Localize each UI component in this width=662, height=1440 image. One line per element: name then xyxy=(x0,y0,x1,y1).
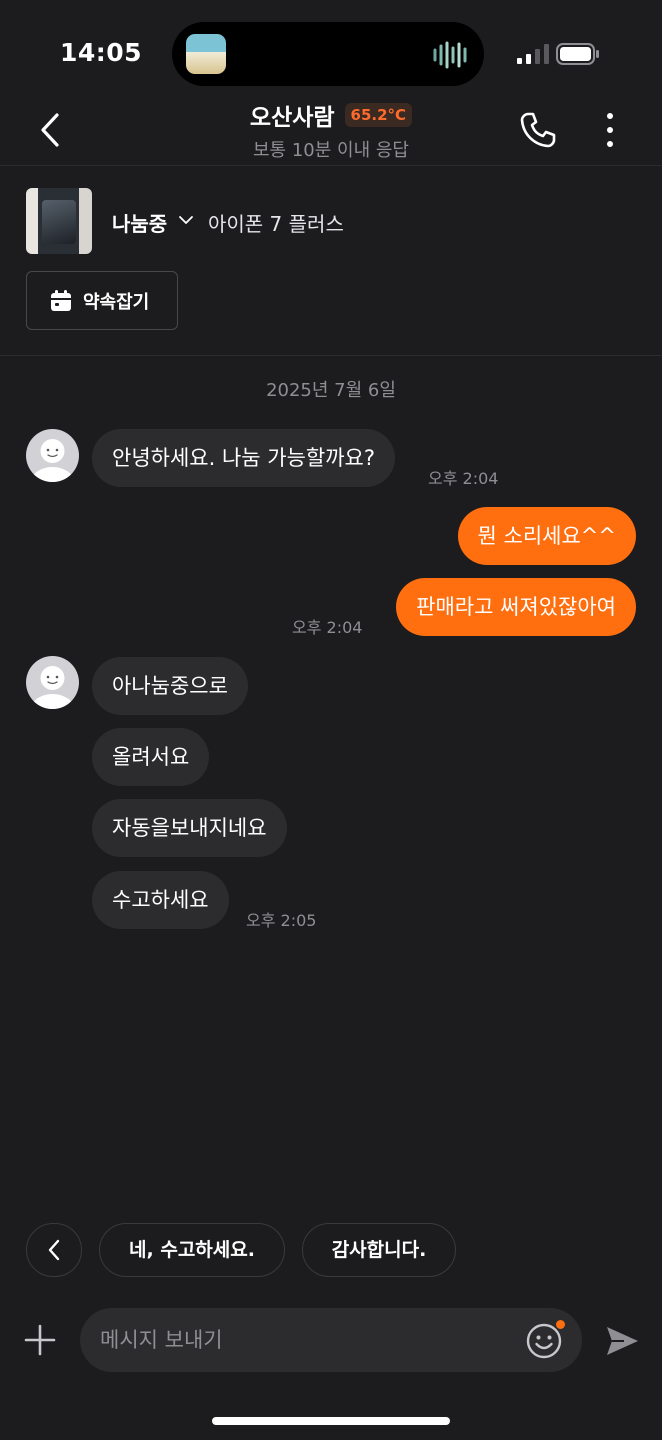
calendar-icon xyxy=(51,289,71,311)
status-time: 14:05 xyxy=(60,38,143,67)
header-divider xyxy=(0,165,662,166)
manner-temperature-badge: 65.2°C xyxy=(344,103,413,127)
date-separator: 2025년 7월 6일 xyxy=(266,380,396,401)
message-bubble-sent[interactable]: 뭔 소리세요^^ xyxy=(457,507,636,565)
audio-waveform-icon xyxy=(433,41,467,69)
message-time: 오후 2:05 xyxy=(246,911,317,930)
send-icon[interactable] xyxy=(604,1324,640,1358)
make-appointment-button[interactable]: 약속잡기 xyxy=(26,271,178,330)
avatar[interactable] xyxy=(26,656,79,709)
more-options-icon[interactable] xyxy=(596,110,624,150)
cellular-signal-icon xyxy=(517,44,549,64)
message-bubble-sent[interactable]: 판매라고 써져있잖아여 xyxy=(396,578,636,636)
quick-reply-chip[interactable]: 네, 수고하세요. xyxy=(99,1223,285,1277)
message-bubble-received[interactable]: 올려서요 xyxy=(92,728,210,786)
home-indicator xyxy=(212,1417,450,1425)
battery-icon xyxy=(556,43,599,65)
chevron-left-icon xyxy=(48,1239,60,1261)
partner-name: 오산사람 xyxy=(249,105,335,131)
message-time: 오후 2:04 xyxy=(428,469,499,488)
product-title[interactable]: 아이폰 7 플러스 xyxy=(208,208,344,237)
response-time-text: 보통 10분 이내 응답 xyxy=(253,140,409,161)
plus-icon[interactable] xyxy=(22,1322,58,1358)
notification-dot xyxy=(556,1320,565,1329)
message-input[interactable] xyxy=(80,1308,582,1372)
chevron-down-icon[interactable] xyxy=(178,212,194,228)
chat-header-title: 오산사람 65.2°C xyxy=(0,98,662,132)
appointment-label: 약속잡기 xyxy=(83,291,150,313)
product-divider xyxy=(0,355,662,356)
quick-reply-back-button[interactable] xyxy=(26,1223,82,1277)
now-playing-artwork-icon xyxy=(186,34,226,74)
phone-call-icon[interactable] xyxy=(516,108,560,152)
message-time: 오후 2:04 xyxy=(292,618,363,637)
avatar[interactable] xyxy=(26,429,79,482)
product-status[interactable]: 나눔중 xyxy=(112,208,167,237)
default-profile-icon xyxy=(30,666,75,709)
product-thumbnail[interactable] xyxy=(26,188,92,254)
quick-reply-chip[interactable]: 감사합니다. xyxy=(302,1223,456,1277)
message-bubble-received[interactable]: 수고하세요 xyxy=(92,871,229,929)
default-profile-icon xyxy=(30,439,75,482)
message-bubble-received[interactable]: 아나눔중으로 xyxy=(92,657,248,715)
message-bubble-received[interactable]: 안녕하세요. 나눔 가능할까요? xyxy=(92,429,396,487)
message-bubble-received[interactable]: 자동을보내지네요 xyxy=(92,799,287,857)
